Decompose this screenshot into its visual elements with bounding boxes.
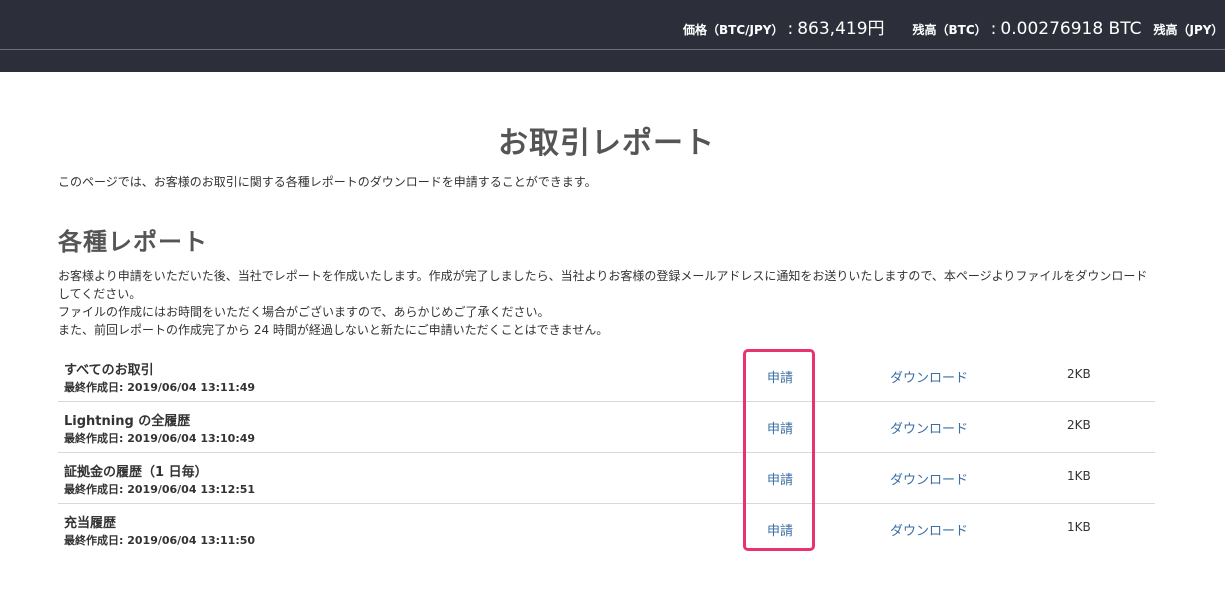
description-line: ファイルの作成にはお時間をいただく場合がございますので、あらかじめご了承ください…: [58, 305, 550, 319]
report-row: 充当履歴 最終作成日: 2019/06/04 13:11:50 申請 ダウンロー…: [58, 504, 1155, 554]
report-updated: 最終作成日: 2019/06/04 13:12:51: [64, 483, 256, 496]
page-title: お取引レポート: [498, 126, 715, 161]
report-row: すべてのお取引 最終作成日: 2019/06/04 13:11:49 申請 ダウ…: [58, 351, 1155, 402]
section-title: 各種レポート: [58, 228, 208, 256]
top-header: 価格（BTC/JPY） : 863,419円 残高（BTC） : 0.00276…: [0, 0, 1225, 72]
market-ticker: 価格（BTC/JPY） : 863,419円 残高（BTC） : 0.00276…: [683, 14, 1225, 39]
report-name: Lightning の全履歴: [64, 414, 191, 429]
report-name: すべてのお取引: [64, 363, 154, 378]
btc-balance-colon: :: [990, 19, 997, 39]
btc-balance-label: 残高（BTC）: [912, 23, 987, 37]
report-list: すべてのお取引 最終作成日: 2019/06/04 13:11:49 申請 ダウ…: [58, 351, 1155, 554]
download-link[interactable]: ダウンロード: [890, 418, 968, 437]
header-divider: [0, 49, 1225, 50]
file-size: 2KB: [1067, 367, 1091, 381]
section-description: お客様より申請をいただいた後、当社でレポートを作成いたします。作成が完了しました…: [58, 267, 1158, 339]
download-link[interactable]: ダウンロード: [890, 367, 968, 386]
report-row: Lightning の全履歴 最終作成日: 2019/06/04 13:10:4…: [58, 402, 1155, 453]
report-name: 証拠金の履歴（1 日毎）: [64, 465, 208, 480]
description-line: お客様より申請をいただいた後、当社でレポートを作成いたします。作成が完了しました…: [58, 269, 1148, 301]
page-intro: このページでは、お客様のお取引に関する各種レポートのダウンロードを申請することが…: [58, 175, 597, 189]
report-updated: 最終作成日: 2019/06/04 13:10:49: [64, 432, 256, 445]
btc-balance-value: 0.00276918 BTC: [1000, 19, 1142, 39]
file-size: 2KB: [1067, 418, 1091, 432]
file-size: 1KB: [1067, 520, 1091, 534]
price-value: 863,419円: [797, 19, 885, 39]
apply-column-highlight: [743, 349, 815, 551]
jpy-balance-label: 残高（JPY）: [1153, 23, 1224, 37]
report-row: 証拠金の履歴（1 日毎） 最終作成日: 2019/06/04 13:12:51 …: [58, 453, 1155, 504]
description-line: また、前回レポートの作成完了から 24 時間が経過しないと新たにご申請いただくこ…: [58, 323, 609, 337]
report-updated: 最終作成日: 2019/06/04 13:11:49: [64, 381, 256, 394]
download-link[interactable]: ダウンロード: [890, 520, 968, 539]
report-updated: 最終作成日: 2019/06/04 13:11:50: [64, 534, 256, 547]
file-size: 1KB: [1067, 469, 1091, 483]
report-name: 充当履歴: [64, 516, 117, 531]
price-colon: :: [787, 19, 794, 39]
price-label: 価格（BTC/JPY）: [683, 23, 784, 37]
download-link[interactable]: ダウンロード: [890, 469, 968, 488]
